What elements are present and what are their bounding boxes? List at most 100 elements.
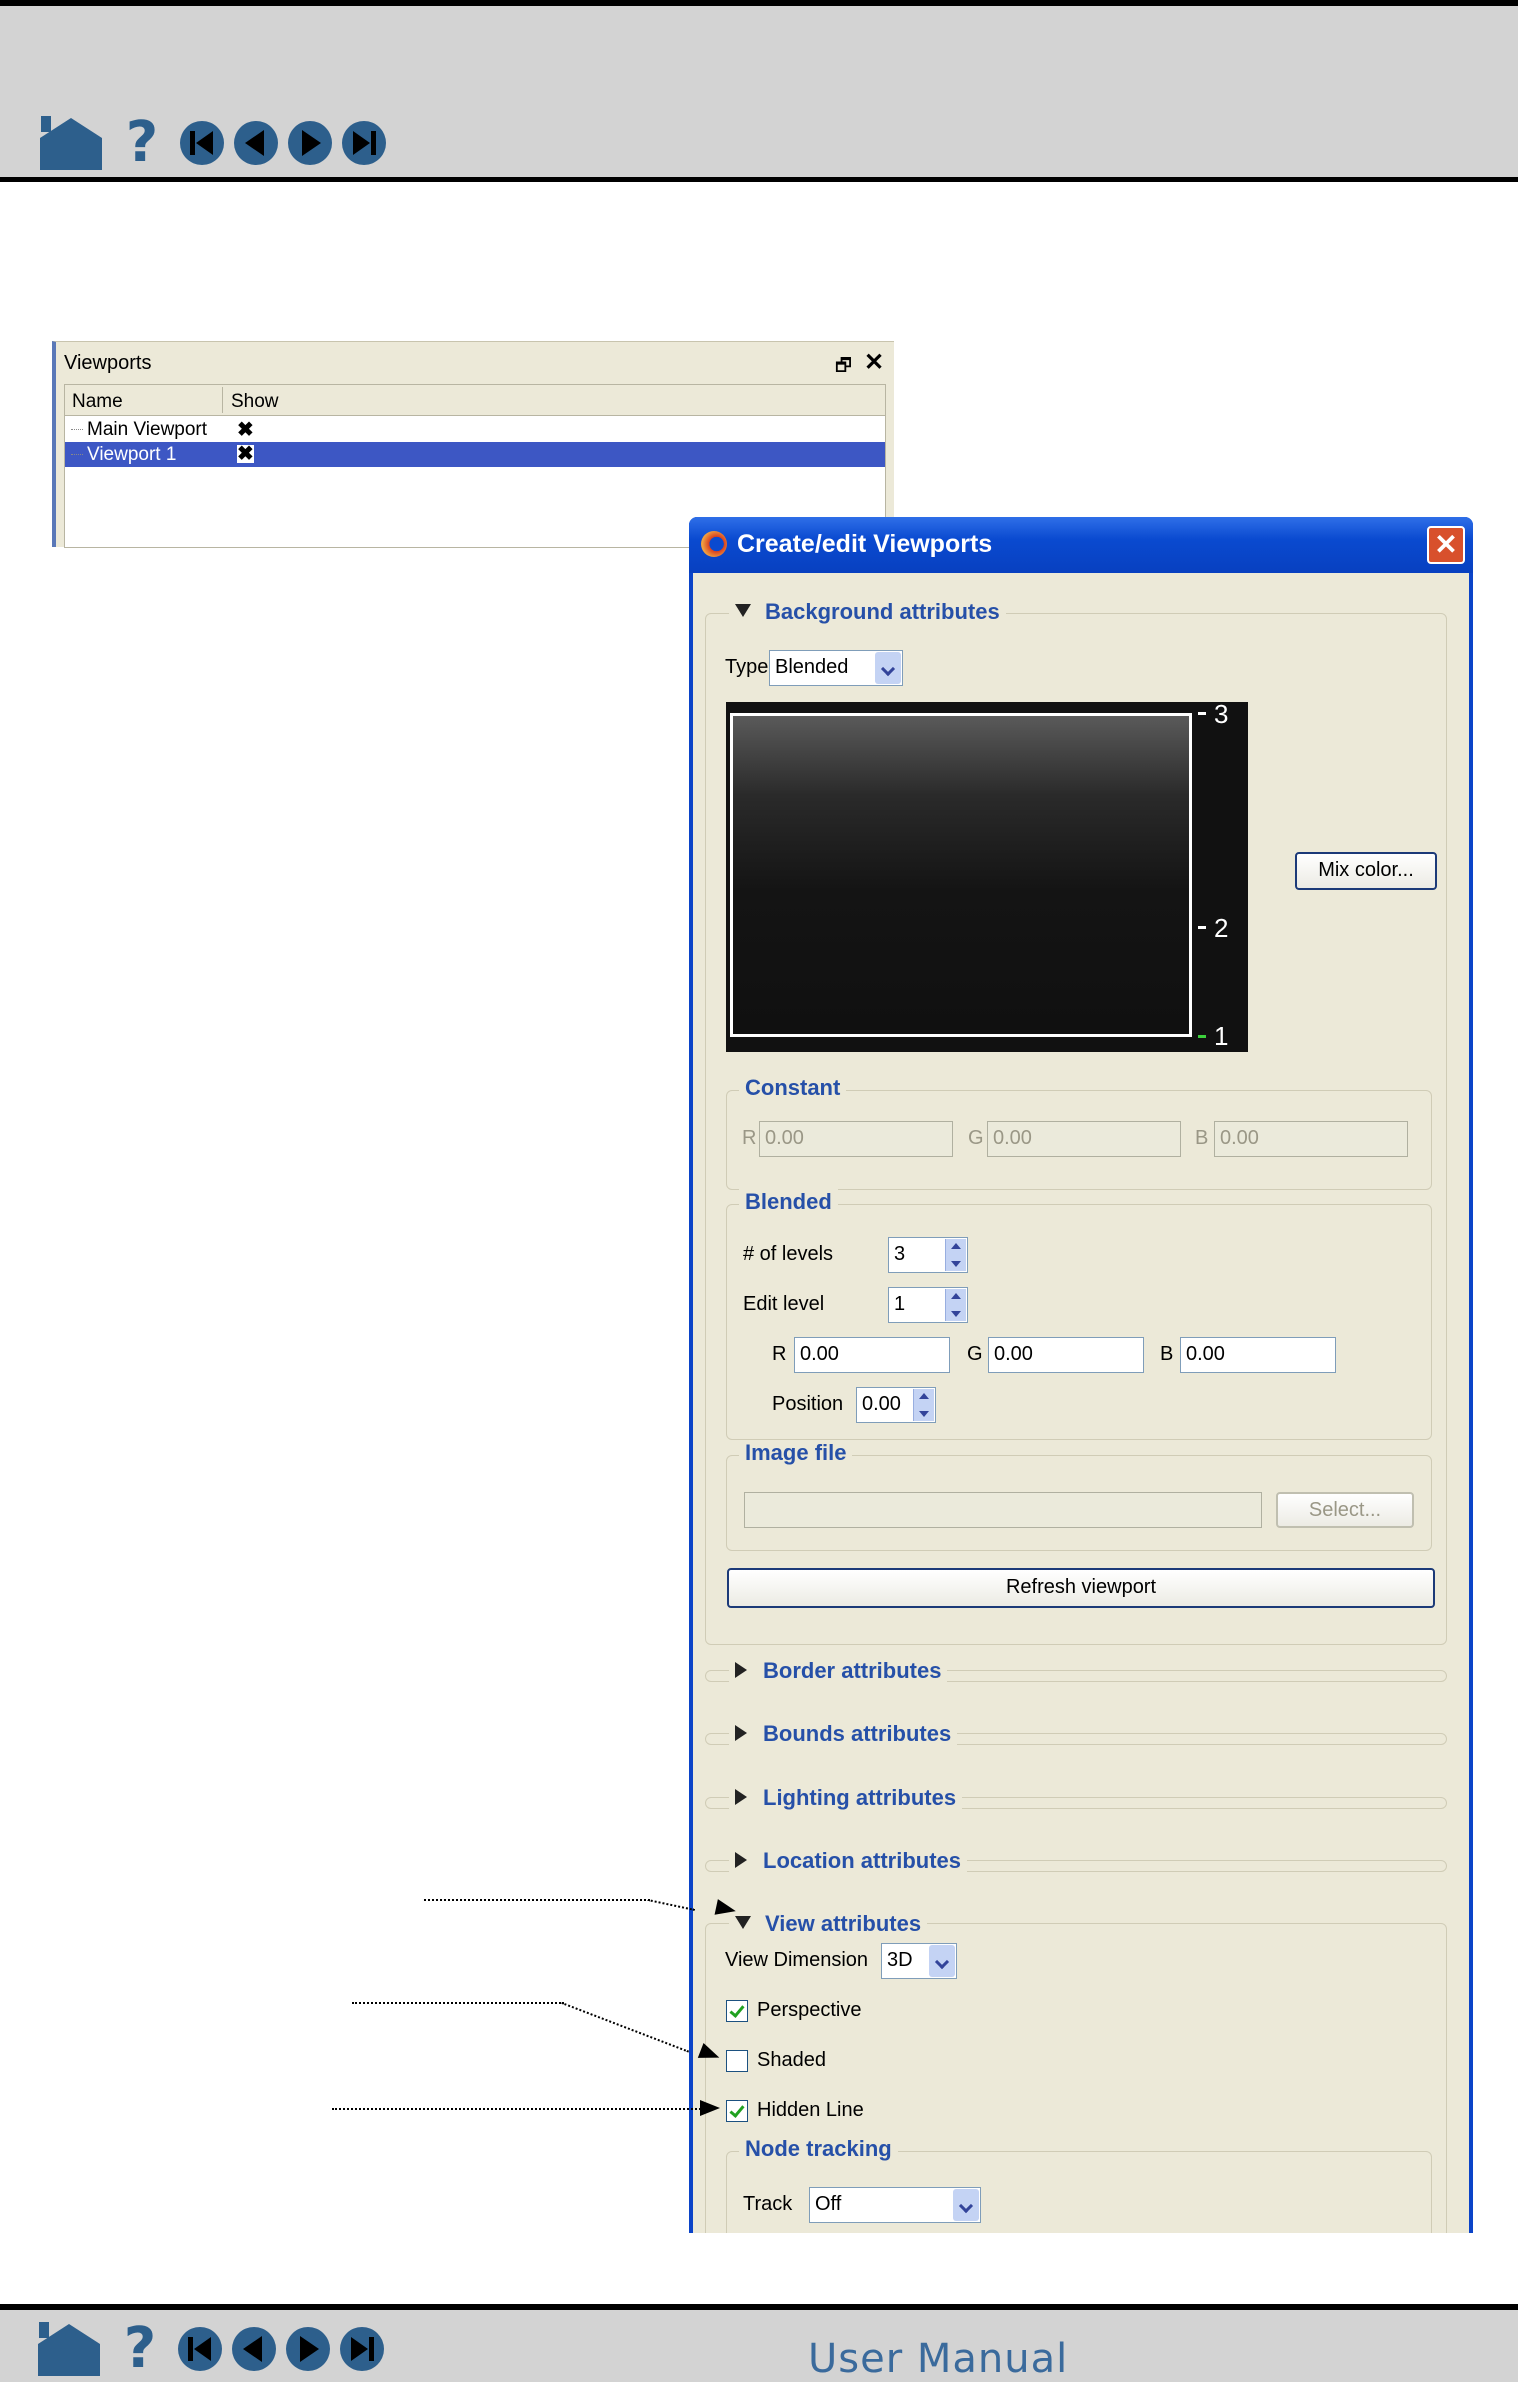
level-label-3: 3 [1214,699,1229,729]
view-dimension-label: View Dimension [725,1949,869,1971]
shaded-checkbox[interactable] [726,2050,748,2072]
type-value: Blended [775,656,849,678]
track-label: Track [743,2193,793,2215]
levels-value: 3 [894,1243,906,1265]
help-icon[interactable]: ? [118,2320,162,2378]
position-label: Position [772,1393,844,1415]
constant-r-label: R [742,1127,757,1149]
show-toggle[interactable]: ✖ [237,444,254,464]
track-select[interactable]: Off [809,2187,981,2223]
first-page-icon[interactable] [176,2325,224,2373]
border-attributes-label: Border attributes [763,1658,942,1683]
home-icon[interactable] [38,114,104,172]
view-dimension-value: 3D [887,1949,913,1971]
callout-line-shaded [561,2002,689,2053]
select-image-button[interactable]: Select... [1276,1492,1414,1528]
viewport-name: Viewport 1 [87,444,177,465]
shaded-label: Shaded [757,2049,826,2071]
background-attributes-toggle[interactable]: Background attributes [729,599,1006,625]
hidden-line-label: Hidden Line [757,2099,864,2121]
viewports-panel-title: Viewports [64,352,152,374]
level-marker-2[interactable] [1198,926,1206,929]
lighting-attributes-toggle[interactable]: Lighting attributes [729,1785,963,1811]
previous-page-icon[interactable] [230,2325,278,2373]
refresh-viewport-button[interactable]: Refresh viewport [727,1568,1435,1608]
first-page-icon[interactable] [178,119,226,167]
view-dimension-select[interactable]: 3D [881,1943,957,1979]
blended-r-field[interactable]: 0.00 [794,1337,950,1373]
show-toggle[interactable]: ✖ [237,417,254,442]
edit-level-label: Edit level [743,1293,825,1315]
blended-label: Blended [739,1189,838,1215]
spinner-arrows-icon[interactable] [913,1389,934,1421]
blended-g-field[interactable]: 0.00 [988,1337,1144,1373]
chevron-down-icon [929,1945,955,1977]
callout-arrow-icon [700,2100,720,2116]
expanded-arrow-icon [735,1916,751,1929]
perspective-checkbox[interactable] [726,2000,748,2022]
lighting-attributes-label: Lighting attributes [763,1785,957,1810]
column-header-show[interactable]: Show [231,391,279,413]
blended-b-label: B [1160,1343,1174,1365]
dialog-titlebar[interactable]: Create/edit Viewports ✕ [689,517,1473,573]
view-attributes-toggle[interactable]: View attributes [729,1911,928,1937]
level-label-2: 2 [1214,913,1229,943]
mix-color-button[interactable]: Mix color... [1295,852,1437,890]
levels-label: # of levels [743,1243,834,1265]
constant-b-field[interactable]: 0.00 [1214,1121,1408,1157]
node-tracking-label: Node tracking [739,2136,898,2162]
blended-gradient-swatch [730,713,1192,1037]
edit-level-spinner[interactable]: 1 [888,1287,968,1323]
table-row[interactable]: Viewport 1 ✖ [65,442,885,467]
background-attributes-label: Background attributes [765,599,1000,624]
create-edit-viewports-dialog: Create/edit Viewports ✕ Background attri… [689,517,1473,2233]
next-page-icon[interactable] [286,119,334,167]
table-row[interactable]: Main Viewport ✖ [65,417,885,442]
image-file-path-field[interactable] [744,1492,1262,1528]
constant-r-field[interactable]: 0.00 [759,1121,953,1157]
level-marker-3[interactable] [1198,712,1206,715]
previous-page-icon[interactable] [232,119,280,167]
viewport-name: Main Viewport [87,419,208,440]
dialog-body: Background attributes Type Blended 3 2 1… [693,573,1469,2233]
location-attributes-toggle[interactable]: Location attributes [729,1848,968,1874]
chevron-down-icon [875,652,901,684]
blended-g-label: G [967,1343,983,1365]
position-spinner[interactable]: 0.00 [856,1387,936,1423]
level-marker-1[interactable] [1198,1035,1206,1038]
bottom-nav-icons: ? [36,2320,392,2378]
type-select[interactable]: Blended [769,650,903,686]
last-page-icon[interactable] [338,2325,386,2373]
image-file-label: Image file [739,1440,853,1466]
help-icon[interactable]: ? [120,114,164,172]
expanded-arrow-icon [735,604,751,617]
top-nav-bar: ? [0,0,1518,182]
collapsed-arrow-icon [735,1662,747,1678]
dialog-title: Create/edit Viewports [737,530,993,558]
hidden-line-checkbox[interactable] [726,2100,748,2122]
spinner-arrows-icon[interactable] [945,1289,966,1321]
edit-level-value: 1 [894,1293,906,1315]
column-divider[interactable] [222,387,223,413]
next-page-icon[interactable] [284,2325,332,2373]
chevron-down-icon [953,2189,979,2221]
callout-line-view-attributes [424,1899,650,1901]
constant-g-field[interactable]: 0.00 [987,1121,1181,1157]
bounds-attributes-toggle[interactable]: Bounds attributes [729,1721,958,1747]
callout-line-view-attributes [647,1899,695,1911]
callout-line-hidden-line [332,2108,712,2110]
float-panel-icon[interactable]: 🗗 [835,353,852,383]
footer-title: User Manual [808,2336,1069,2382]
home-icon[interactable] [36,2320,102,2378]
close-panel-icon[interactable]: ✕ [864,348,884,377]
blended-r-label: R [772,1343,787,1365]
column-header-name[interactable]: Name [72,391,123,413]
dialog-close-button[interactable]: ✕ [1427,526,1465,564]
levels-spinner[interactable]: 3 [888,1237,968,1273]
spinner-arrows-icon[interactable] [945,1239,966,1271]
border-attributes-toggle[interactable]: Border attributes [729,1658,948,1684]
callout-line-shaded [352,2002,564,2004]
background-preview[interactable]: 3 2 1 [726,699,1248,1052]
blended-b-field[interactable]: 0.00 [1180,1337,1336,1373]
last-page-icon[interactable] [340,119,388,167]
